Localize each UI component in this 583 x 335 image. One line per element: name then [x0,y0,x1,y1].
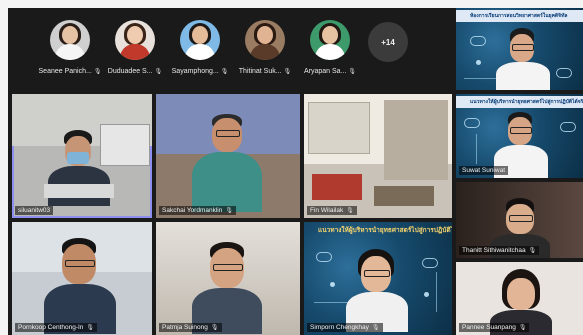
participant-thumb[interactable]: Seanee Panich... 🎙 [38,20,102,86]
more-participants-button[interactable]: +14 [368,22,408,62]
meeting-window: Seanee Panich... 🎙 Duduadee S... 🎙 Sayam… [8,8,583,335]
microphone-muted-icon: 🎙 [154,69,163,75]
avatar [310,20,350,60]
video-tile[interactable]: Sakchai Yordmanklin 🎙 [156,94,300,218]
participant-thumb[interactable]: Duduadee S... 🎙 [103,20,167,86]
avatar [50,20,90,60]
banner-text: แนวทางให้ผู้บริหารนำยุทธศาสตร์ไปสู่การปฏ… [456,96,583,108]
microphone-muted-icon: 🎙 [210,325,219,331]
participant-name: Thitinat Suk... [238,68,282,75]
microphone-muted-icon: 🎙 [518,325,527,331]
banner-text: แนวทางให้ผู้บริหารนำยุทธศาสตร์ไปสู่การปฏ… [318,227,452,234]
video-tile[interactable]: ห้องการเรียนการสอนวิทยาศาสตร์ในยุคดิจิทั… [456,8,583,90]
avatar [115,20,155,60]
avatar [245,20,285,60]
participant-name: Sayamphong... [171,68,219,75]
video-tile[interactable]: Pornkoop Centhong-In 🎙 [12,222,152,335]
microphone-muted-icon: 🎙 [220,69,229,75]
participant-name: Pornkoop Centhong-In [18,324,84,331]
participant-name: Pannee Suanpang [462,324,516,331]
video-tile[interactable]: Thanitt Sithiwanitchaa 🎙 [456,182,583,258]
participant-name: Duduadee S... [107,68,153,75]
participant-name: Patmja Suinong [162,324,208,331]
video-tile[interactable]: แนวทางให้ผู้บริหารนำยุทธศาสตร์ไปสู่การปฏ… [456,94,583,178]
participant-name: Suwat Suniwat [462,167,505,174]
participant-name: Simporn Chengkhay [310,324,369,331]
banner-text: ห้องการเรียนการสอนวิทยาศาสตร์ในยุคดิจิทั… [456,10,583,22]
participant-name: Fin Wilailak [310,207,344,214]
microphone-muted-icon: 🎙 [283,69,292,75]
avatar [180,20,220,60]
participant-name: Aryapan Sa... [303,68,347,75]
participant-name: Thanitt Sithiwanitchaa [462,247,526,254]
participant-thumb[interactable]: Sayamphong... 🎙 [168,20,232,86]
microphone-muted-icon: 🎙 [93,69,102,75]
participant-strip: Seanee Panich... 🎙 Duduadee S... 🎙 Sayam… [8,8,452,90]
microphone-muted-icon: 🎙 [371,325,380,331]
video-tile[interactable]: Pannee Suanpang 🎙 [456,262,583,335]
participant-name: Sakchai Yordmanklin [162,207,223,214]
video-tile[interactable]: Patmja Suinong 🎙 [156,222,300,335]
participant-thumb[interactable]: Thitinat Suk... 🎙 [233,20,297,86]
microphone-muted-icon: 🎙 [225,208,233,214]
microphone-muted-icon: 🎙 [348,69,357,75]
microphone-muted-icon: 🎙 [86,325,95,331]
video-tile[interactable]: แนวทางให้ผู้บริหารนำยุทธศาสตร์ไปสู่การปฏ… [304,222,452,335]
participant-thumb[interactable]: Aryapan Sa... 🎙 [298,20,362,86]
video-tile[interactable]: Fin Wilailak 🎙 [304,94,452,218]
microphone-muted-icon: 🎙 [346,208,354,214]
microphone-muted-icon: 🎙 [528,248,537,254]
participant-name: Seanee Panich... [38,68,92,75]
participant-name: siluanitw03 [18,207,51,214]
video-tile-active-speaker[interactable]: siluanitw03 [12,94,152,218]
